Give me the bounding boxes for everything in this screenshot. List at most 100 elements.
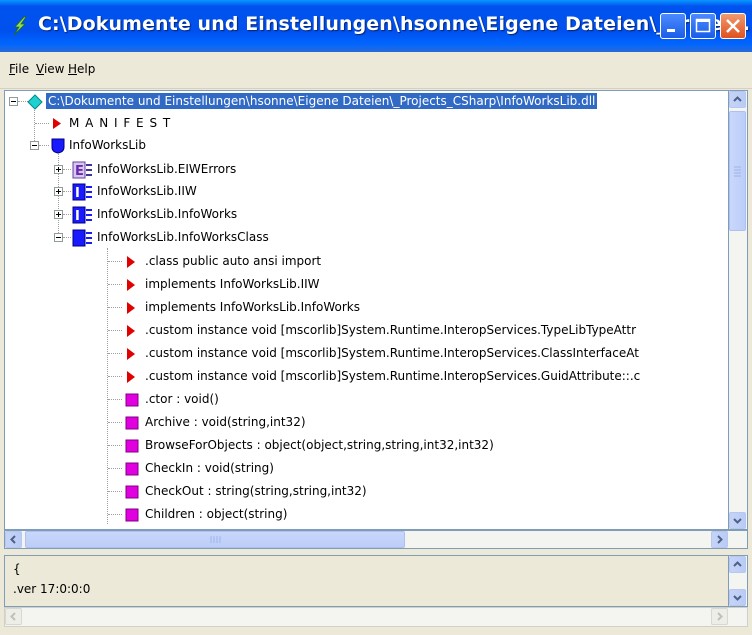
scroll-down-button[interactable] bbox=[729, 589, 746, 606]
detail-text-pane[interactable]: { .ver 17:0:0:0 bbox=[4, 555, 729, 607]
member-label: implements InfoWorksLib.InfoWorks bbox=[145, 300, 360, 314]
type-label: InfoWorksLib.IIW bbox=[97, 184, 197, 198]
scroll-left-button[interactable] bbox=[5, 531, 22, 548]
maximize-icon bbox=[695, 18, 711, 33]
menu-help-mnemonic: H bbox=[68, 62, 78, 76]
detail-horizontal-scrollbar[interactable] bbox=[4, 607, 748, 627]
menu-file-label: ile bbox=[15, 62, 30, 76]
svg-text:I: I bbox=[75, 209, 80, 224]
tree-node-type[interactable]: I InfoWorksLib.InfoWorks bbox=[5, 204, 725, 226]
tree-node-directive[interactable]: .custom instance void [mscorlib]System.R… bbox=[5, 366, 725, 388]
scroll-down-button[interactable] bbox=[729, 512, 746, 529]
scroll-thumb[interactable] bbox=[25, 531, 405, 548]
tree-vertical-scrollbar[interactable] bbox=[729, 90, 748, 530]
tree-node-directive[interactable]: implements InfoWorksLib.InfoWorks bbox=[5, 297, 725, 319]
member-label: implements InfoWorksLib.IIW bbox=[145, 277, 320, 291]
scroll-thumb[interactable] bbox=[729, 111, 746, 231]
scroll-left-button[interactable] bbox=[5, 608, 22, 625]
grip-icon bbox=[210, 536, 221, 543]
method-icon bbox=[125, 508, 139, 522]
close-button[interactable] bbox=[720, 13, 746, 39]
chevron-down-icon bbox=[733, 518, 742, 524]
scroll-right-button[interactable] bbox=[711, 531, 728, 548]
ildasm-tree-view[interactable]: C:\Dokumente und Einstellungen\hsonne\Ei… bbox=[4, 90, 729, 530]
minimize-icon bbox=[667, 29, 675, 32]
scroll-up-button[interactable] bbox=[729, 556, 746, 573]
namespace-label: InfoWorksLib bbox=[69, 138, 146, 152]
member-label: CheckOut : string(string,string,int32) bbox=[145, 484, 367, 498]
class-icon bbox=[72, 229, 92, 247]
detail-vertical-scrollbar[interactable] bbox=[729, 555, 748, 607]
minimize-button[interactable] bbox=[660, 13, 686, 39]
tree-node-type[interactable]: I InfoWorksLib.IIW bbox=[5, 181, 725, 203]
member-label: .custom instance void [mscorlib]System.R… bbox=[145, 369, 641, 383]
directive-triangle-icon bbox=[127, 348, 135, 360]
tree-node-directive[interactable]: .class public auto ansi import bbox=[5, 251, 725, 273]
tree-horizontal-scrollbar[interactable] bbox=[4, 530, 748, 549]
expand-toggle[interactable] bbox=[54, 210, 63, 219]
chevron-up-icon bbox=[733, 561, 742, 567]
chevron-down-icon bbox=[733, 595, 742, 601]
type-label: InfoWorksLib.InfoWorks bbox=[97, 207, 238, 221]
app-lightning-icon bbox=[13, 16, 27, 36]
tree-node-method[interactable]: .ctor : void() bbox=[5, 389, 725, 411]
menu-bar: File View Help bbox=[0, 52, 752, 89]
member-label: Children : object(string) bbox=[145, 507, 288, 521]
tree-node-directive[interactable]: implements InfoWorksLib.IIW bbox=[5, 274, 725, 296]
chevron-left-icon bbox=[10, 612, 16, 621]
member-label: .custom instance void [mscorlib]System.R… bbox=[145, 323, 637, 337]
directive-triangle-icon bbox=[127, 279, 135, 291]
type-label: InfoWorksLib.InfoWorksClass bbox=[97, 230, 269, 244]
tree-node-method[interactable]: Children : object(string) bbox=[5, 504, 725, 526]
scroll-up-button[interactable] bbox=[729, 91, 746, 108]
tree-node-directive[interactable]: .custom instance void [mscorlib]System.R… bbox=[5, 343, 725, 365]
expand-toggle[interactable] bbox=[54, 187, 63, 196]
directive-triangle-icon bbox=[127, 371, 135, 383]
tree-node-directive[interactable]: .custom instance void [mscorlib]System.R… bbox=[5, 320, 725, 342]
tree-node-method[interactable]: CheckOut : string(string,string,int32) bbox=[5, 481, 725, 503]
menu-help[interactable]: Help bbox=[68, 62, 95, 76]
type-label: InfoWorksLib.EIWErrors bbox=[97, 162, 237, 176]
assembly-diamond-icon bbox=[27, 94, 43, 110]
menu-view-label: iew bbox=[43, 62, 65, 76]
tree-node-method[interactable]: Archive : void(string,int32) bbox=[5, 412, 725, 434]
chevron-left-icon bbox=[10, 535, 16, 544]
grip-icon bbox=[734, 166, 741, 177]
namespace-shield-icon bbox=[51, 138, 65, 154]
member-label: .class public auto ansi import bbox=[145, 254, 322, 268]
method-icon bbox=[125, 416, 139, 430]
title-bar[interactable]: C:\Dokumente und Einstellungen\hsonne\Ei… bbox=[0, 0, 752, 52]
tree-node-root[interactable]: C:\Dokumente und Einstellungen\hsonne\Ei… bbox=[5, 91, 725, 113]
tree-node-type-expanded[interactable]: InfoWorksLib.InfoWorksClass bbox=[5, 227, 725, 249]
menu-file[interactable]: File bbox=[9, 62, 29, 76]
tree-node-namespace[interactable]: InfoWorksLib bbox=[5, 135, 725, 157]
method-icon bbox=[125, 485, 139, 499]
tree-node-type[interactable]: E InfoWorksLib.EIWErrors bbox=[5, 159, 725, 181]
member-label: BrowseForObjects : object(object,string,… bbox=[145, 438, 494, 452]
svg-text:E: E bbox=[75, 164, 84, 179]
method-icon bbox=[125, 393, 139, 407]
tree-node-method[interactable]: BrowseForObjects : object(object,string,… bbox=[5, 435, 725, 457]
window-title: C:\Dokumente und Einstellungen\hsonne\Ei… bbox=[38, 13, 752, 35]
collapse-toggle[interactable] bbox=[9, 97, 18, 106]
collapse-toggle[interactable] bbox=[54, 233, 63, 242]
expand-toggle[interactable] bbox=[54, 165, 63, 174]
directive-triangle-icon bbox=[127, 302, 135, 314]
interface-icon: I bbox=[72, 183, 92, 201]
detail-line: .ver 17:0:0:0 bbox=[13, 582, 91, 596]
tree-node-manifest[interactable]: M A N I F E S T bbox=[5, 113, 725, 135]
close-icon bbox=[726, 19, 740, 33]
menu-view[interactable]: View bbox=[36, 62, 64, 76]
manifest-label: M A N I F E S T bbox=[69, 116, 172, 130]
member-label: .custom instance void [mscorlib]System.R… bbox=[145, 346, 639, 360]
maximize-button[interactable] bbox=[690, 13, 716, 39]
method-icon bbox=[125, 439, 139, 453]
member-label: CheckIn : void(string) bbox=[145, 461, 274, 475]
manifest-triangle-icon bbox=[53, 118, 61, 129]
member-label: Archive : void(string,int32) bbox=[145, 415, 306, 429]
collapse-toggle[interactable] bbox=[30, 141, 39, 150]
interface-icon: I bbox=[72, 206, 92, 224]
enum-icon: E bbox=[72, 161, 92, 179]
scroll-right-button[interactable] bbox=[711, 608, 728, 625]
tree-node-method[interactable]: CheckIn : void(string) bbox=[5, 458, 725, 480]
